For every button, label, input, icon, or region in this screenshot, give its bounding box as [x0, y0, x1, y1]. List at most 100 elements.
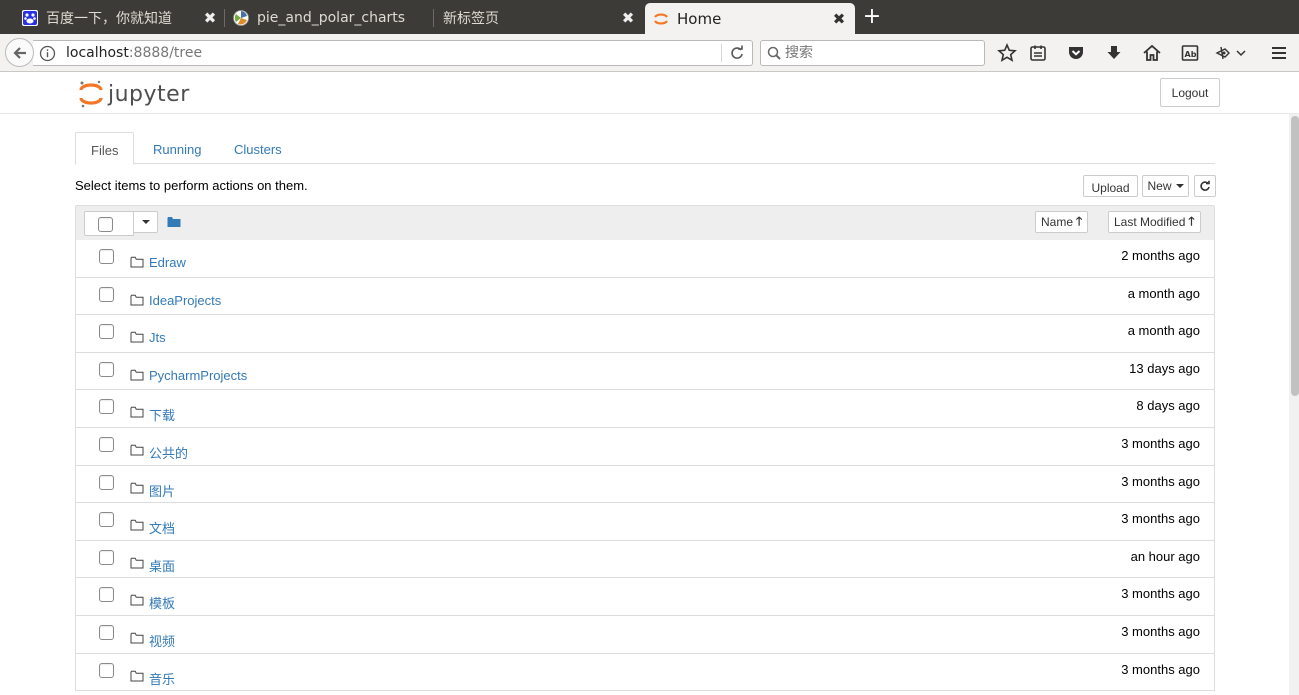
file-name-link[interactable]: PycharmProjects — [149, 368, 247, 383]
list-item[interactable]: 下载 8 days ago — [75, 390, 1215, 428]
sort-by-modified-button[interactable]: Last Modified 🡑 — [1108, 211, 1201, 233]
last-modified: 3 months ago — [1121, 511, 1200, 527]
jupyter-logo[interactable]: jupyter — [78, 79, 190, 109]
folder-icon — [130, 443, 144, 461]
tab-running[interactable]: Running — [138, 132, 216, 164]
close-icon[interactable]: ✖ — [831, 10, 847, 28]
svg-text:Ab: Ab — [1185, 50, 1197, 59]
tab-files[interactable]: Files — [75, 132, 135, 165]
list-item[interactable]: PycharmProjects 13 days ago — [75, 352, 1215, 391]
file-name-link[interactable]: Edraw — [149, 255, 186, 270]
last-modified: a month ago — [1127, 323, 1200, 339]
folder-icon — [130, 330, 144, 348]
tab-separator — [224, 9, 225, 27]
file-name-link[interactable]: Jts — [149, 330, 166, 345]
item-checkbox[interactable] — [99, 662, 114, 678]
list-item[interactable]: IdeaProjects a month ago — [75, 277, 1215, 316]
list-item[interactable]: 模板 3 months ago — [75, 578, 1215, 616]
item-checkbox[interactable] — [99, 624, 114, 640]
reload-icon[interactable] — [728, 44, 746, 62]
search-input[interactable] — [785, 44, 975, 62]
reading-list-icon[interactable] — [1027, 42, 1049, 64]
folder-icon — [130, 593, 144, 611]
file-name-link[interactable]: 图片 — [149, 481, 175, 500]
item-checkbox[interactable] — [99, 361, 114, 377]
caret-down-icon — [1175, 184, 1184, 188]
last-modified: 8 days ago — [1136, 398, 1200, 414]
item-checkbox[interactable] — [99, 399, 114, 415]
list-item[interactable]: 文档 3 months ago — [75, 503, 1215, 541]
url-separator — [721, 44, 722, 62]
close-icon[interactable]: ✖ — [202, 9, 218, 27]
search-bar[interactable] — [760, 40, 985, 66]
url-path: :8888/tree — [128, 45, 203, 61]
hamburger-menu-icon[interactable] — [1268, 42, 1290, 64]
home-icon[interactable] — [1141, 42, 1163, 64]
select-all-box[interactable] — [84, 211, 134, 236]
jupyter-icon — [653, 11, 669, 27]
arrow-up-icon: 🡑 — [1188, 213, 1195, 228]
folder-icon[interactable] — [167, 215, 181, 233]
close-icon[interactable]: ✖ — [620, 9, 636, 27]
list-item[interactable]: 音乐 3 months ago — [75, 653, 1215, 692]
pocket-icon[interactable] — [1065, 42, 1087, 64]
folder-icon — [130, 556, 144, 574]
item-checkbox[interactable] — [99, 474, 114, 490]
sort-by-name-button[interactable]: Name 🡑 — [1035, 211, 1089, 233]
item-checkbox[interactable] — [99, 436, 114, 452]
file-name-link[interactable]: 视频 — [149, 631, 175, 650]
extension-menu-icon[interactable] — [1213, 42, 1249, 64]
page-scrollbar-thumb[interactable] — [1291, 116, 1299, 396]
browser-tab-title: 新标签页 — [443, 11, 499, 27]
download-icon[interactable] — [1103, 42, 1125, 64]
file-name-link[interactable]: 桌面 — [149, 556, 175, 575]
select-dropdown-button[interactable] — [133, 211, 158, 233]
list-item[interactable]: 桌面 an hour ago — [75, 540, 1215, 579]
new-tab-button[interactable]: + — [860, 5, 884, 29]
list-item[interactable]: Jts a month ago — [75, 315, 1215, 353]
reader-view-icon[interactable]: Ab — [1179, 42, 1201, 64]
item-checkbox[interactable] — [99, 324, 114, 340]
url-bar[interactable]: localhost:8888/tree — [33, 40, 753, 66]
file-name-link[interactable]: 音乐 — [149, 669, 175, 688]
refresh-button[interactable] — [1194, 175, 1216, 197]
browser-tab-title: Home — [677, 9, 722, 28]
item-checkbox[interactable] — [99, 249, 114, 264]
tab-clusters[interactable]: Clusters — [219, 132, 297, 164]
select-all-checkbox[interactable] — [98, 217, 113, 232]
url-text: localhost:8888/tree — [66, 45, 202, 61]
file-name-link[interactable]: 文档 — [149, 518, 175, 537]
browser-tab-strip: 百度一下，你就知道 ✖ pie_and_polar_charts 新标签页 ✖ … — [0, 0, 1299, 34]
folder-icon — [130, 669, 144, 687]
browser-tab-baidu[interactable]: 百度一下，你就知道 ✖ — [22, 4, 218, 32]
file-name-link[interactable]: 公共的 — [149, 443, 188, 462]
item-checkbox[interactable] — [99, 549, 114, 565]
browser-tab-new-tab[interactable]: 新标签页 ✖ — [443, 4, 636, 32]
upload-button[interactable]: Upload — [1083, 175, 1138, 197]
file-name-link[interactable]: 下载 — [149, 405, 175, 424]
new-button[interactable]: New — [1142, 175, 1189, 197]
folder-icon — [130, 293, 144, 311]
folder-icon — [130, 405, 144, 423]
back-button[interactable] — [5, 38, 34, 67]
arrow-left-icon — [12, 46, 26, 59]
selection-hint: Select items to perform actions on them. — [75, 178, 308, 193]
arrow-up-icon: 🡑 — [1076, 213, 1083, 228]
item-checkbox[interactable] — [99, 587, 114, 603]
browser-tab-home[interactable]: Home ✖ — [645, 3, 855, 34]
baidu-paw-icon — [22, 10, 38, 26]
info-icon[interactable] — [39, 45, 56, 62]
list-item[interactable]: 图片 3 months ago — [75, 465, 1215, 504]
item-checkbox[interactable] — [99, 286, 114, 302]
logout-button[interactable]: Logout — [1160, 78, 1220, 107]
list-item[interactable]: 公共的 3 months ago — [75, 427, 1215, 466]
list-item[interactable]: 视频 3 months ago — [75, 615, 1215, 654]
browser-tab-pie-charts[interactable]: pie_and_polar_charts — [233, 4, 423, 32]
folder-icon — [130, 631, 144, 649]
list-item[interactable]: Edraw 2 months ago — [75, 240, 1215, 278]
url-host: localhost — [66, 45, 129, 61]
bookmark-star-icon[interactable] — [996, 42, 1018, 64]
file-name-link[interactable]: IdeaProjects — [149, 293, 221, 308]
file-name-link[interactable]: 模板 — [149, 593, 175, 612]
item-checkbox[interactable] — [99, 512, 114, 528]
